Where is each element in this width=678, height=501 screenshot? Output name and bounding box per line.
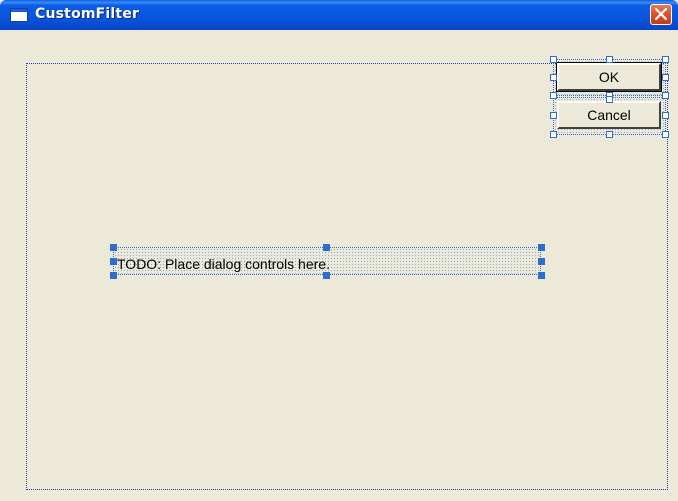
resize-handle[interactable] bbox=[323, 244, 330, 251]
resize-handle[interactable] bbox=[662, 56, 669, 63]
resize-handle[interactable] bbox=[606, 96, 613, 103]
cancel-button[interactable]: Cancel bbox=[557, 101, 661, 129]
dialog-client-area: OK Cancel TODO: Place dialog controls he… bbox=[0, 30, 678, 501]
resize-handle[interactable] bbox=[662, 112, 669, 119]
resize-handle[interactable] bbox=[550, 92, 557, 99]
title-bar[interactable]: CustomFilter bbox=[0, 0, 678, 30]
close-button[interactable] bbox=[650, 4, 672, 25]
resize-handle[interactable] bbox=[538, 244, 545, 251]
window-title: CustomFilter bbox=[35, 6, 140, 22]
resize-handle[interactable] bbox=[538, 272, 545, 279]
resize-handle[interactable] bbox=[550, 56, 557, 63]
resize-handle[interactable] bbox=[606, 56, 613, 63]
resize-handle[interactable] bbox=[550, 112, 557, 119]
resize-handle[interactable] bbox=[110, 244, 117, 251]
resize-handle[interactable] bbox=[550, 74, 557, 81]
resize-handle[interactable] bbox=[538, 258, 545, 265]
resize-handle[interactable] bbox=[606, 131, 613, 138]
dialog-window: CustomFilter OK Cancel TODO: Place dialo… bbox=[0, 0, 678, 501]
resize-handle[interactable] bbox=[550, 131, 557, 138]
close-icon bbox=[655, 8, 667, 20]
resize-handle[interactable] bbox=[662, 74, 669, 81]
resize-handle[interactable] bbox=[110, 258, 117, 265]
resize-handle[interactable] bbox=[662, 92, 669, 99]
resize-handle[interactable] bbox=[662, 131, 669, 138]
resize-handle[interactable] bbox=[110, 272, 117, 279]
ok-button[interactable]: OK bbox=[556, 62, 662, 92]
window-icon bbox=[10, 8, 28, 22]
todo-static-text[interactable]: TODO: Place dialog controls here. bbox=[117, 253, 537, 275]
